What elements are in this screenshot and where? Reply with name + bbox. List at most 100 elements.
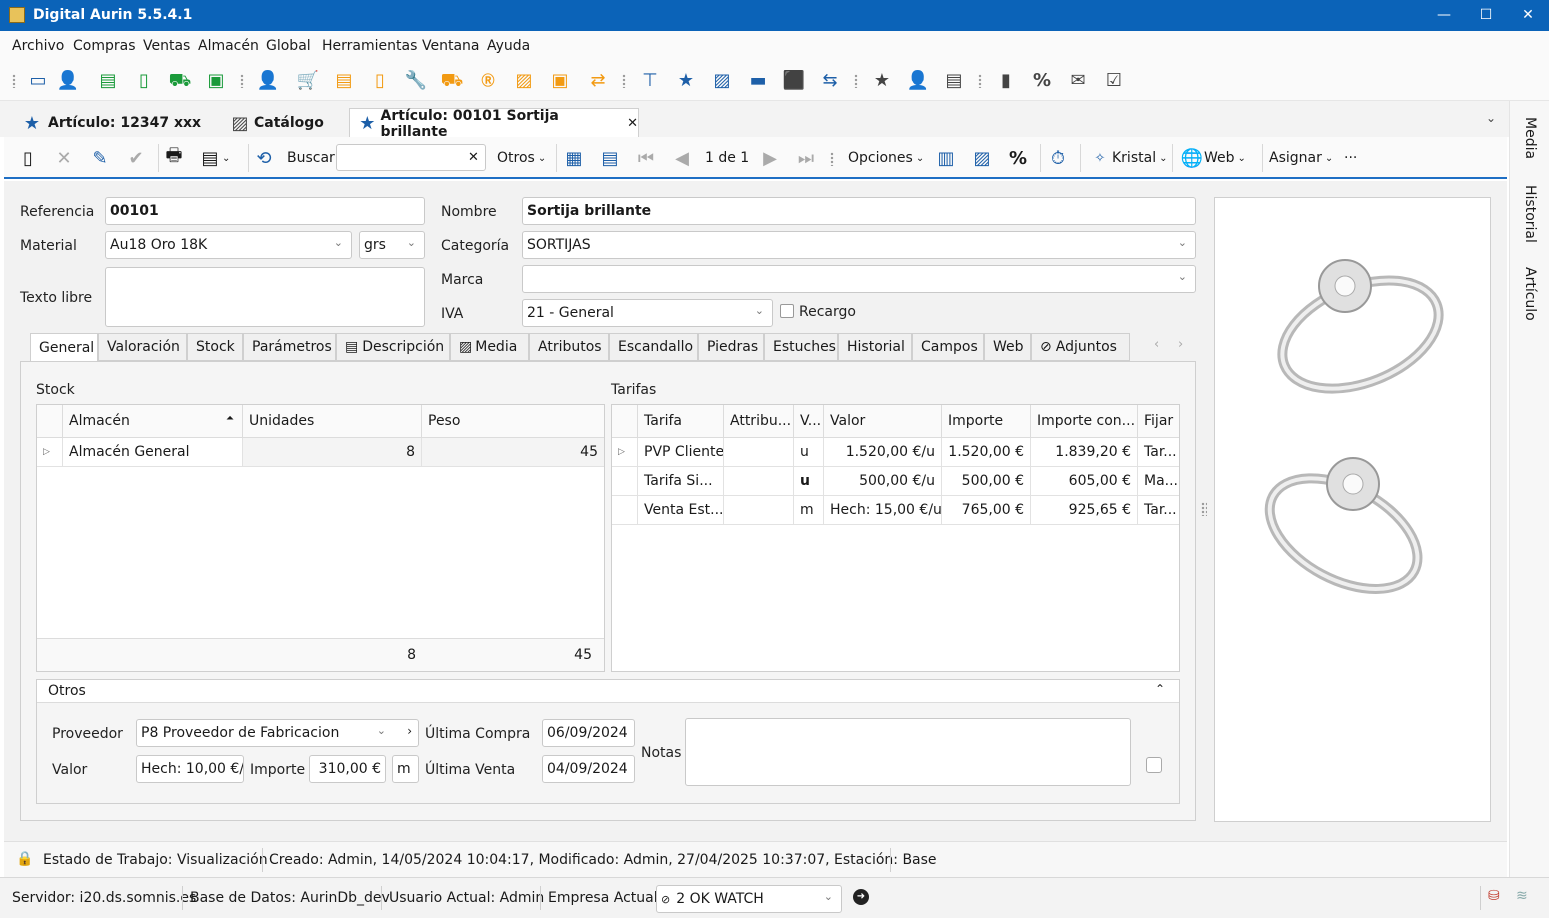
checklist-icon[interactable]: ☑: [1102, 69, 1126, 93]
notas-textarea[interactable]: [685, 718, 1131, 786]
menu-global[interactable]: Global: [266, 38, 311, 54]
tarifa-row-valor[interactable]: 1.520,00 €/u: [824, 438, 942, 467]
column-header-fijar[interactable]: Fijar: [1138, 405, 1179, 438]
tarifa-row-fijar[interactable]: Tar...: [1138, 496, 1179, 525]
tab-parametros[interactable]: Parámetros: [243, 333, 336, 361]
menu-herramientas[interactable]: Herramientas: [322, 38, 417, 54]
menu-archivo[interactable]: Archivo: [12, 38, 64, 54]
hierarchy-icon[interactable]: ⊤: [638, 69, 662, 93]
tarifa-row-importe-con[interactable]: 1.839,20 €: [1031, 438, 1138, 467]
opciones-menu-button[interactable]: Opciones ⌄: [848, 146, 924, 170]
tab-estuches[interactable]: Estuches: [764, 333, 838, 361]
confirm-button[interactable]: ✔: [124, 146, 148, 170]
catalog-image-icon[interactable]: ▨: [710, 69, 734, 93]
tab-historial[interactable]: Historial: [838, 333, 912, 361]
delete-button[interactable]: ✕: [52, 146, 76, 170]
column-header-v[interactable]: V...: [794, 405, 824, 438]
order-icon[interactable]: ▯: [368, 69, 392, 93]
edit-button[interactable]: ✎: [88, 146, 112, 170]
column-header-attribu[interactable]: Attribu...: [724, 405, 794, 438]
tabs-scroll-left-icon[interactable]: ‹: [1154, 337, 1159, 352]
favorites-star-icon[interactable]: ★: [870, 69, 894, 93]
tarifa-row-importe[interactable]: 765,00 €: [942, 496, 1031, 525]
close-tab-icon[interactable]: ✕: [627, 116, 638, 131]
barcode-button[interactable]: ▥: [934, 146, 958, 170]
stock-row-almacen[interactable]: Almacén General: [63, 438, 243, 467]
previous-record-button[interactable]: ◀: [670, 146, 694, 170]
menu-ventas[interactable]: Ventas: [143, 38, 190, 54]
grid-view-button[interactable]: ▦: [562, 146, 586, 170]
tab-catalogo[interactable]: ▨ Catálogo: [222, 108, 346, 138]
image-icon[interactable]: ▨: [512, 69, 536, 93]
mail-icon[interactable]: ✉: [1066, 69, 1090, 93]
tarifa-row-attr[interactable]: [724, 438, 794, 467]
receipt-icon[interactable]: Ⓡ: [476, 69, 500, 93]
menu-compras[interactable]: Compras: [73, 38, 136, 54]
clear-search-icon[interactable]: ✕: [468, 150, 479, 165]
discount-button[interactable]: %: [1006, 146, 1030, 170]
toolbar-grip[interactable]: [240, 74, 244, 88]
chevron-down-icon[interactable]: ⌄: [1486, 111, 1496, 125]
material-select[interactable]: Au18 Oro 18K ⌄: [105, 231, 352, 259]
truck-icon[interactable]: ⛟: [168, 69, 192, 93]
tab-web[interactable]: Web: [984, 333, 1031, 361]
next-record-button[interactable]: ▶: [758, 146, 782, 170]
tab-articulo-12347[interactable]: ★ Artículo: 12347 xxx: [14, 108, 210, 138]
tab-adjuntos[interactable]: ⊘ Adjuntos: [1031, 333, 1130, 361]
bar-chart-icon[interactable]: ▮: [994, 69, 1018, 93]
toolbar-grip[interactable]: [12, 74, 16, 88]
web-menu-button[interactable]: 🌐 Web ⌄: [1180, 146, 1246, 170]
expand-row-icon[interactable]: ▷: [37, 438, 63, 467]
box-icon[interactable]: ⬛: [782, 69, 806, 93]
column-header-almacen[interactable]: Almacén ⏶: [63, 405, 243, 438]
kristal-menu-button[interactable]: ✧ Kristal ⌄: [1088, 146, 1168, 170]
document-list-icon[interactable]: ▤: [96, 69, 120, 93]
star-icon[interactable]: ★: [674, 69, 698, 93]
tarifa-row-fijar[interactable]: Tar...: [1138, 438, 1179, 467]
asignar-menu-button[interactable]: Asignar ⌄: [1269, 146, 1333, 170]
database-icon[interactable]: ⛁: [1488, 888, 1500, 904]
chevron-right-icon[interactable]: ›: [407, 724, 412, 738]
menu-ayuda[interactable]: Ayuda: [487, 38, 530, 54]
tab-articulo-00101[interactable]: ★ Artículo: 00101 Sortija brillante ✕: [349, 108, 639, 140]
toolbar-grip[interactable]: [854, 74, 858, 88]
side-tab-articulo[interactable]: Artículo: [1522, 267, 1538, 321]
go-arrow-icon[interactable]: ➜: [853, 889, 869, 905]
side-tab-historial[interactable]: Historial: [1522, 185, 1538, 243]
side-tab-media[interactable]: Media: [1522, 117, 1538, 159]
otros-header[interactable]: Otros ⌃: [37, 680, 1179, 703]
expand-row-icon[interactable]: ▷: [612, 438, 638, 467]
tabs-scroll-right-icon[interactable]: ›: [1178, 337, 1183, 352]
tab-descripcion[interactable]: ▤ Descripción: [336, 333, 450, 361]
recargo-checkbox[interactable]: [780, 304, 794, 318]
tarifa-row-valor[interactable]: Hech: 15,00 €/u: [824, 496, 942, 525]
tarifa-row-tarifa[interactable]: Venta Est...: [638, 496, 724, 525]
valor-field[interactable]: Hech: 10,00 €/u: [136, 755, 244, 783]
empresa-select[interactable]: ⊘ 2 OK WATCH ⌄: [656, 885, 842, 913]
tarifa-row-v[interactable]: m: [794, 496, 824, 525]
unidad-select[interactable]: grs ⌄: [359, 231, 425, 259]
close-window-icon[interactable]: ✕: [1514, 4, 1542, 26]
refresh-button[interactable]: ⟲: [252, 146, 276, 170]
otros-menu-button[interactable]: Otros ⌄: [497, 146, 546, 170]
delivery-truck-icon[interactable]: ⛟: [440, 69, 464, 93]
maximize-icon[interactable]: ☐: [1472, 4, 1500, 26]
collapse-icon[interactable]: ⌃: [1155, 682, 1165, 696]
layers-icon[interactable]: ≋: [1516, 888, 1528, 904]
toolbar-grip[interactable]: [978, 74, 982, 88]
user-icon[interactable]: 👤: [906, 69, 930, 93]
ultima-compra-field[interactable]: 06/09/2024: [542, 719, 635, 747]
texto-libre-textarea[interactable]: [105, 267, 425, 327]
stack-icon[interactable]: ▬: [746, 69, 770, 93]
form-view-button[interactable]: ▤: [598, 146, 622, 170]
stock-row-peso[interactable]: 45: [422, 438, 604, 467]
importe-field[interactable]: 310,00 €: [309, 755, 386, 783]
tarifa-row-importe[interactable]: 500,00 €: [942, 467, 1031, 496]
tarifa-row-importe[interactable]: 1.520,00 €: [942, 438, 1031, 467]
tarifa-row-v[interactable]: u: [794, 438, 824, 467]
tab-stock[interactable]: Stock: [187, 333, 243, 361]
tab-escandallo[interactable]: Escandallo: [609, 333, 698, 361]
tab-valoracion[interactable]: Valoración: [98, 333, 187, 361]
otros-checkbox[interactable]: [1146, 757, 1162, 773]
first-record-button[interactable]: ⏮: [634, 146, 658, 170]
